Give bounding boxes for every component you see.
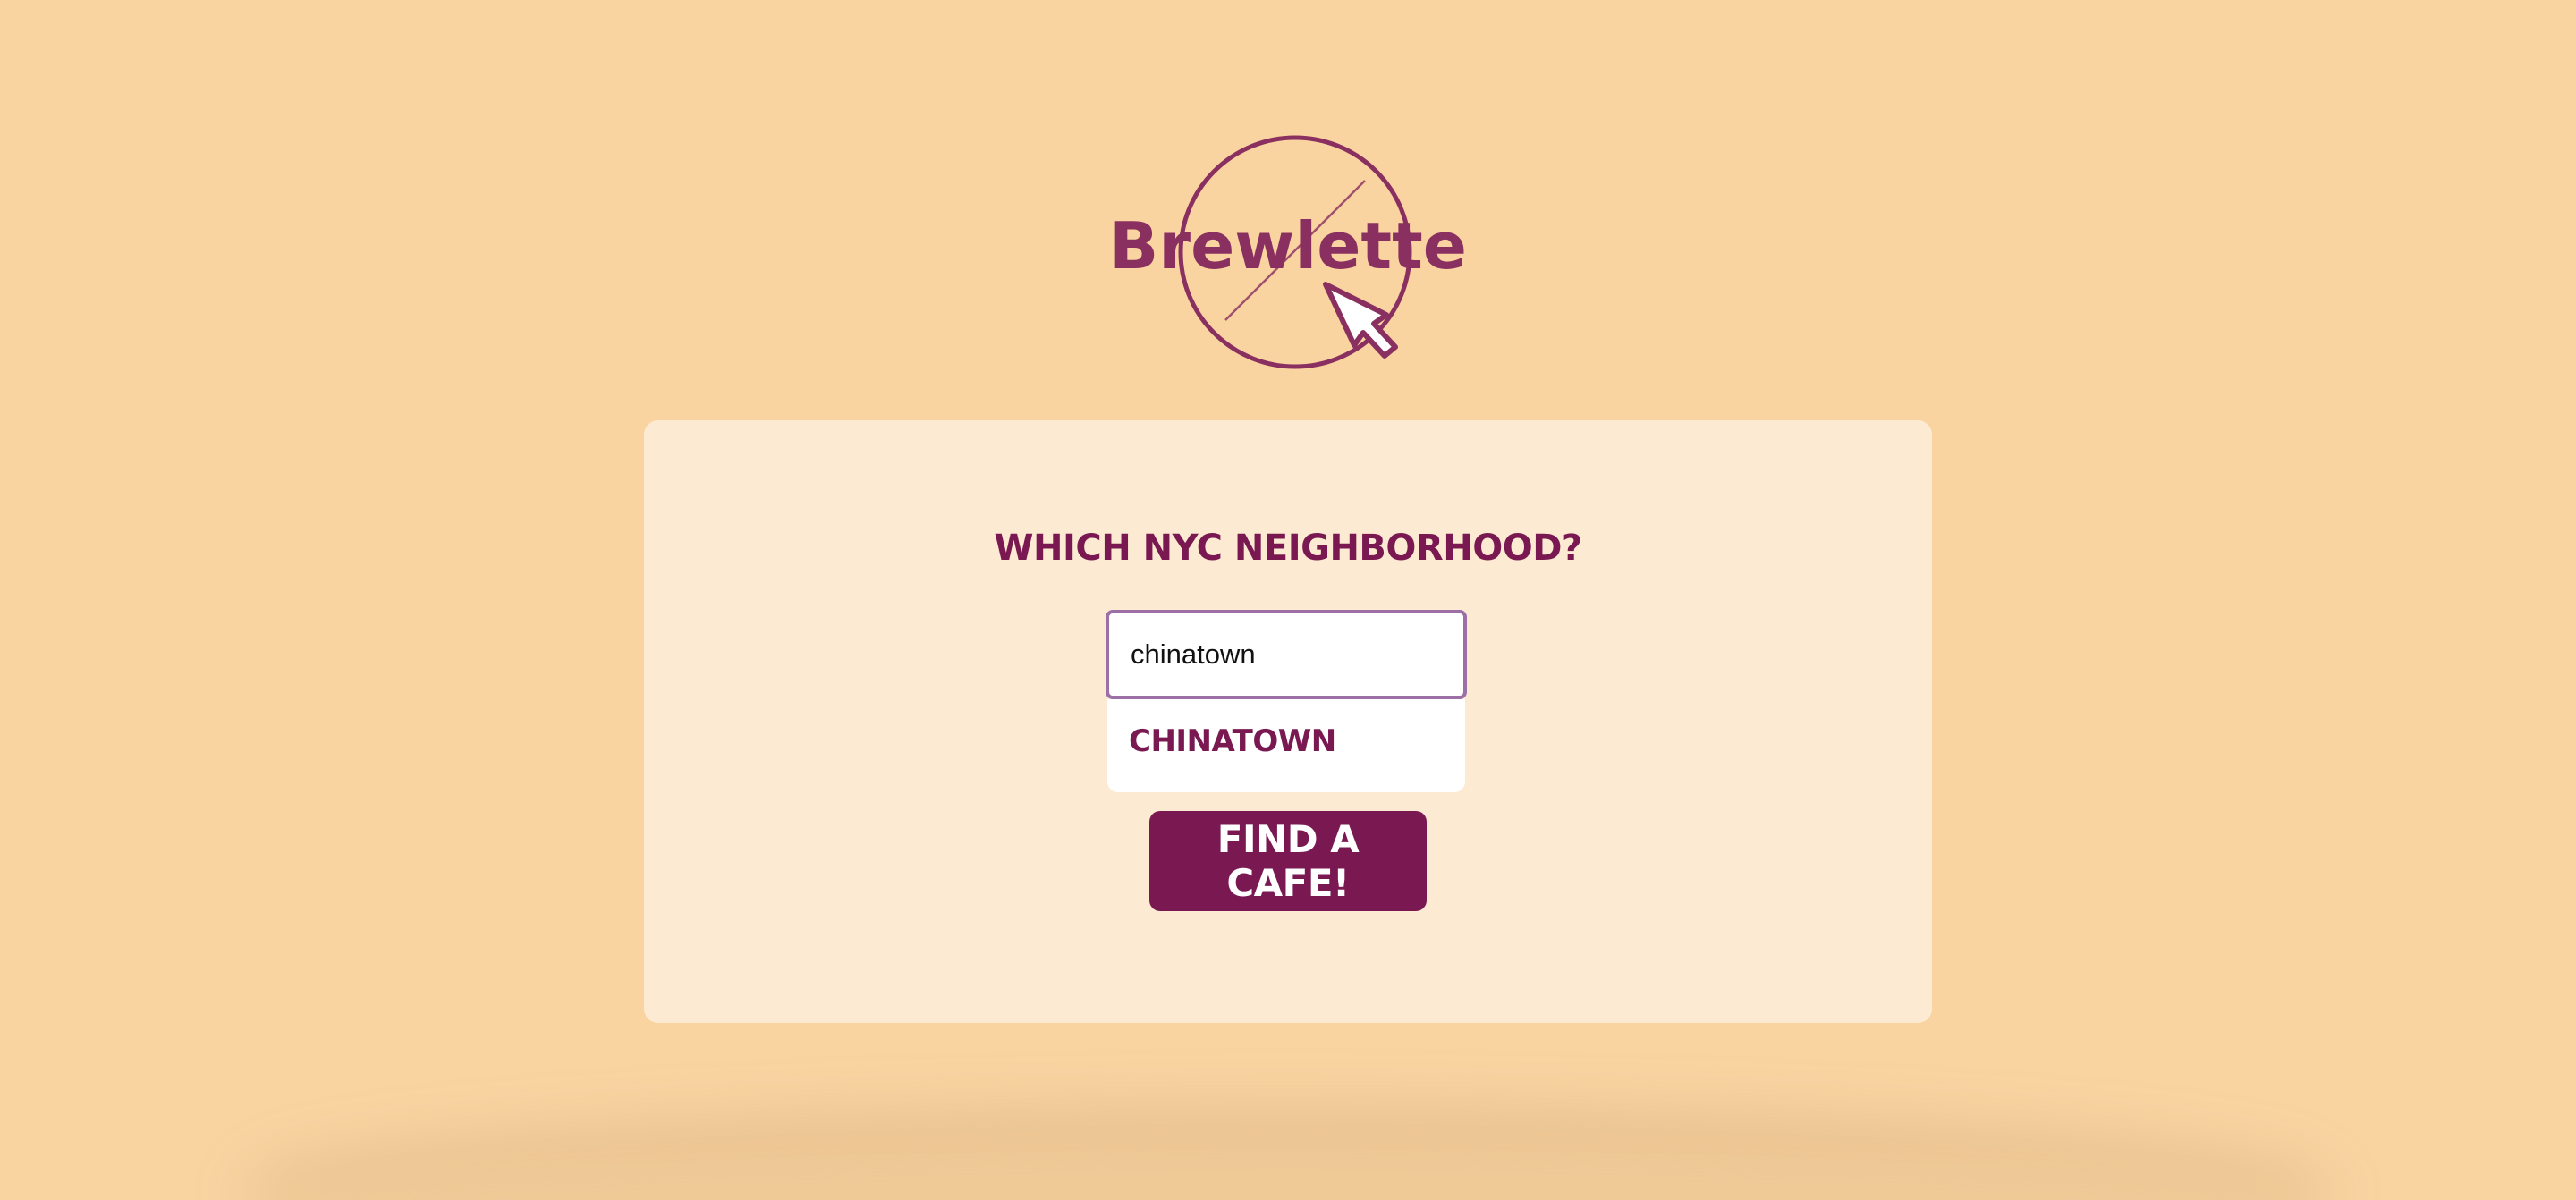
logo-text: Brewlette <box>1109 208 1467 283</box>
logo-graphic: Brewlette <box>1109 135 1467 369</box>
search-autocomplete: Chinatown <box>1106 610 1467 792</box>
find-cafe-button[interactable]: Find a cafe! <box>1149 811 1427 911</box>
brewlette-logo: Brewlette <box>1100 125 1476 385</box>
page: Brewlette Which NYC neighborhood? Chinat… <box>0 0 2576 1200</box>
neighborhood-search-input[interactable] <box>1106 610 1467 699</box>
bottom-shadow <box>268 1146 2308 1200</box>
neighborhood-question: Which NYC neighborhood? <box>994 528 1582 569</box>
suggestion-item-chinatown[interactable]: Chinatown <box>1129 699 1444 792</box>
suggestion-list: Chinatown <box>1107 699 1465 792</box>
search-card: Which NYC neighborhood? Chinatown Find a… <box>644 420 1932 1023</box>
